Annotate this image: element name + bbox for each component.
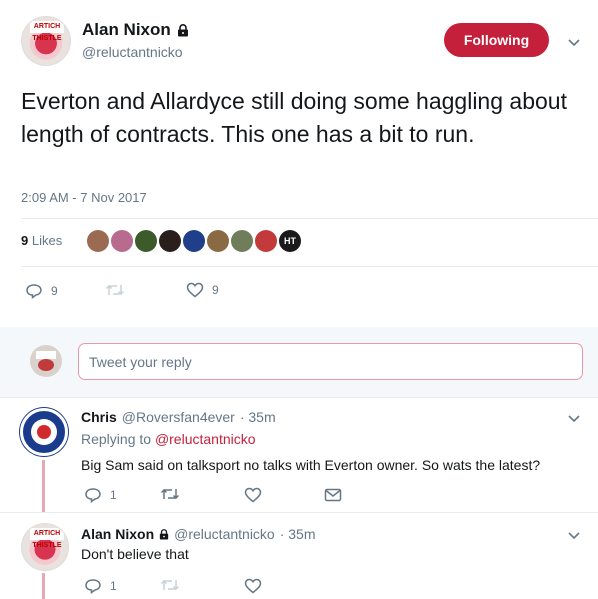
like-action[interactable] (244, 487, 262, 503)
reply-header: Chris @Roversfan4ever · 35m (81, 409, 276, 425)
retweet-action (160, 577, 180, 593)
liker-avatar[interactable] (135, 230, 157, 252)
tweet-timestamp[interactable]: 2:09 AM - 7 Nov 2017 (21, 190, 147, 205)
tweet-text: Everton and Allardyce still doing some h… (21, 88, 567, 147)
author-handle[interactable]: @reluctantnicko (82, 44, 183, 60)
reply-input[interactable]: Tweet your reply (78, 343, 583, 380)
following-button[interactable]: Following (444, 23, 549, 57)
chevron-down-icon[interactable] (567, 35, 581, 49)
reply-author-name[interactable]: Chris (81, 409, 117, 425)
liker-avatar[interactable] (255, 230, 277, 252)
heart-icon (186, 282, 204, 298)
heart-icon (244, 578, 262, 594)
like-action[interactable] (244, 578, 262, 594)
reply-placeholder: Tweet your reply (89, 353, 192, 370)
reply-text: Big Sam said on talksport no talks with … (81, 457, 541, 473)
reply-action[interactable]: 1 (84, 577, 117, 595)
thread-line (42, 573, 45, 599)
reply-action[interactable]: 9 (25, 282, 58, 300)
reply-header: Alan Nixon @reluctantnicko · 35m (81, 526, 316, 542)
reply-author-avatar[interactable]: ARTICH THISTLE (21, 523, 69, 571)
divider (0, 512, 598, 513)
likes-count[interactable]: 9 Likes (21, 233, 62, 248)
reply-author-avatar[interactable] (20, 408, 68, 456)
reply-count: 1 (110, 579, 117, 593)
avatar-tag: ARTICH THISTLE (30, 21, 64, 42)
likes-label: Likes (31, 233, 63, 248)
reply-icon (26, 284, 42, 299)
lock-icon (177, 23, 188, 36)
liker-avatar[interactable]: HT (279, 230, 301, 252)
author-name[interactable]: Alan Nixon (82, 20, 189, 40)
retweet-icon (160, 488, 180, 500)
reply-author-handle[interactable]: @reluctantnicko (174, 526, 275, 542)
replying-to-prefix: Replying to (81, 431, 152, 447)
divider (21, 218, 598, 219)
retweet-action[interactable] (160, 486, 180, 502)
liker-avatar[interactable] (207, 230, 229, 252)
avatar-tag: ARTICH THISTLE (30, 528, 64, 549)
liker-avatar[interactable] (231, 230, 253, 252)
retweet-icon (160, 579, 180, 591)
likers-avatars[interactable]: HT (87, 230, 301, 252)
current-user-avatar (30, 345, 62, 377)
heart-icon (244, 487, 262, 503)
reply-icon (85, 579, 101, 594)
retweet-action (105, 282, 125, 298)
reply-action[interactable]: 1 (84, 486, 117, 504)
chevron-down-icon[interactable] (567, 528, 581, 542)
liker-avatar[interactable] (183, 230, 205, 252)
liker-avatar[interactable] (111, 230, 133, 252)
reply-time[interactable]: · 35m (240, 409, 276, 425)
retweet-icon (105, 284, 125, 296)
likes-number: 9 (21, 233, 29, 248)
liker-avatar[interactable] (159, 230, 181, 252)
reply-author-handle[interactable]: @Roversfan4ever (122, 409, 235, 425)
reply-author-name[interactable]: Alan Nixon (81, 526, 154, 542)
divider (0, 397, 598, 398)
liker-avatar[interactable] (87, 230, 109, 252)
replying-to-handle[interactable]: @reluctantnicko (155, 431, 256, 447)
message-action[interactable] (324, 487, 342, 503)
reply-text: Don't believe that (81, 546, 189, 562)
replying-to: Replying to @reluctantnicko (81, 431, 256, 447)
envelope-icon (324, 488, 342, 502)
lock-icon (159, 528, 169, 539)
author-name-text: Alan Nixon (82, 20, 171, 39)
reply-icon (85, 488, 101, 503)
like-action[interactable]: 9 (186, 282, 219, 298)
author-avatar[interactable]: ARTICH THISTLE (21, 16, 71, 66)
thread-line (42, 460, 45, 513)
divider (21, 266, 598, 267)
like-count: 9 (212, 283, 219, 297)
reply-time[interactable]: · 35m (280, 526, 316, 542)
reply-count: 9 (51, 284, 58, 298)
reply-count: 1 (110, 488, 117, 502)
chevron-down-icon[interactable] (567, 411, 581, 425)
